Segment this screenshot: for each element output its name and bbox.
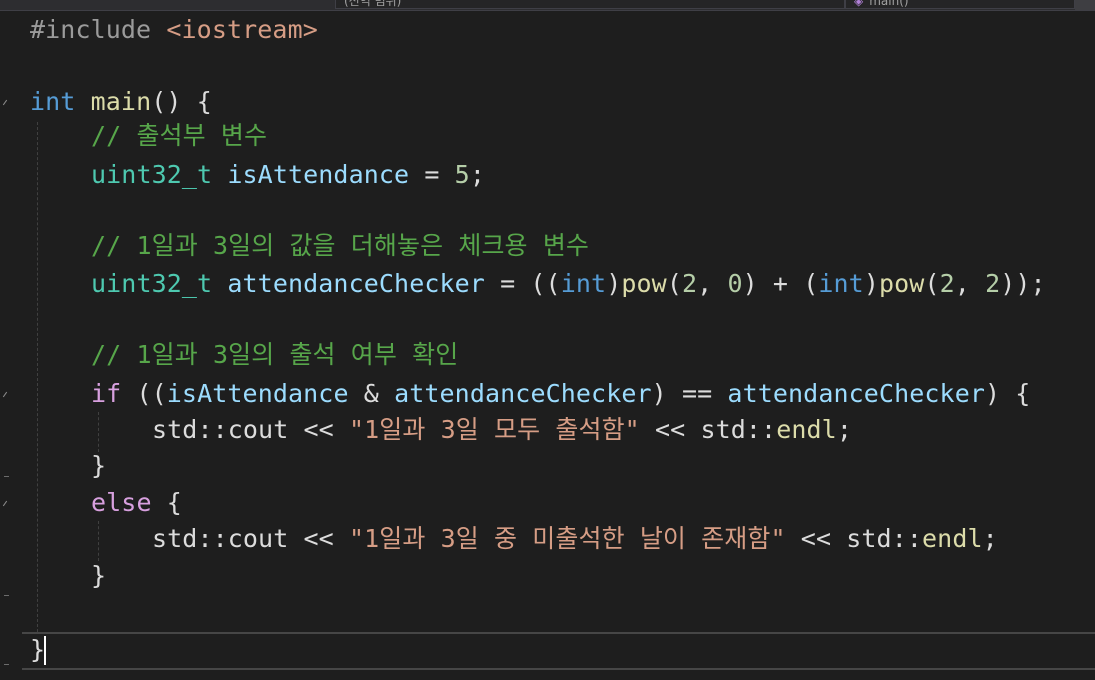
type-name: uint32_t xyxy=(91,269,213,298)
code-line-12[interactable]: std::cout << "1일과 3일 모두 출석함" << std::end… xyxy=(152,412,852,448)
code-line-11[interactable]: if ((isAttendance & attendanceChecker) =… xyxy=(91,376,1030,412)
closing-brace: } xyxy=(30,635,46,664)
operator: = xyxy=(409,160,455,189)
string-literal: "1일과 3일 모두 출석함" xyxy=(348,415,640,444)
punctuation: () { xyxy=(151,87,212,116)
stream-expression: std::cout << xyxy=(152,524,349,553)
outline-marker xyxy=(4,476,9,477)
indent-guide xyxy=(98,521,99,561)
punctuation: )); xyxy=(1000,269,1046,298)
number-literal: 2 xyxy=(985,269,1001,298)
keyword: int xyxy=(560,269,607,298)
function-name: endl xyxy=(776,415,837,444)
code-line-13[interactable]: } xyxy=(91,448,106,484)
punctuation: (( xyxy=(121,379,167,408)
punctuation: ( xyxy=(924,269,940,298)
indent-guide xyxy=(98,412,99,452)
punctuation: ; xyxy=(836,415,852,444)
number-literal: 0 xyxy=(727,269,743,298)
punctuation: ) { xyxy=(985,379,1031,408)
number-literal: 2 xyxy=(681,269,698,298)
code-line-3[interactable]: int main() { xyxy=(30,84,212,120)
operator: << std:: xyxy=(639,415,777,444)
member-dropdown[interactable]: ◈ main() xyxy=(845,0,1075,9)
editor-navigation-bar: (전역 범위) ◈ main() xyxy=(0,0,1095,11)
code-line-5[interactable]: uint32_t isAttendance = 5; xyxy=(91,157,485,193)
punctuation: { xyxy=(151,488,182,517)
code-line-8[interactable]: uint32_t attendanceChecker = ((int)pow(2… xyxy=(91,266,1046,302)
outline-marker xyxy=(4,664,9,665)
operator: & xyxy=(348,379,395,408)
operator: ) + ( xyxy=(742,269,819,298)
code-line-7[interactable]: // 1일과 3일의 값을 더해놓은 체크용 변수 xyxy=(91,228,589,264)
punctuation: ) xyxy=(863,269,879,298)
change-marker xyxy=(2,391,8,398)
punctuation: ) xyxy=(606,269,622,298)
closing-brace: } xyxy=(91,561,107,590)
punctuation: , xyxy=(954,269,986,298)
punctuation: , xyxy=(697,269,728,298)
member-dropdown-label: main() xyxy=(869,0,909,8)
control-keyword: if xyxy=(91,379,122,408)
string-literal: "1일과 3일 중 미출석한 날이 존재함" xyxy=(348,524,786,553)
number-literal: 2 xyxy=(939,269,955,298)
scope-dropdown[interactable]: (전역 범위) xyxy=(335,0,845,9)
keyword: int xyxy=(30,87,76,116)
control-keyword: else xyxy=(91,488,152,517)
text-caret xyxy=(44,636,46,665)
operator: = (( xyxy=(484,269,561,298)
punctuation: ( xyxy=(666,269,682,298)
stream-expression: std::cout << xyxy=(152,415,349,444)
include-header: <iostream> xyxy=(166,15,318,44)
function-name: endl xyxy=(922,524,983,553)
operator: ) == xyxy=(651,379,728,408)
change-marker xyxy=(2,99,8,106)
operator: << std:: xyxy=(785,524,923,553)
punctuation: ; xyxy=(469,160,485,189)
keyword: int xyxy=(818,269,864,298)
current-line-highlight xyxy=(22,632,1095,670)
method-icon: ◈ xyxy=(854,0,864,8)
split-button[interactable] xyxy=(1075,0,1095,10)
function-name: pow xyxy=(878,269,925,298)
type-name: uint32_t xyxy=(91,160,213,189)
code-line-14[interactable]: else { xyxy=(91,485,182,521)
outline-marker xyxy=(4,595,9,596)
editor-gutter xyxy=(0,12,22,680)
indent-guide xyxy=(37,122,38,632)
code-line-4[interactable]: // 출석부 변수 xyxy=(91,118,267,154)
code-line-16[interactable]: } xyxy=(91,558,106,594)
code-line-10[interactable]: // 1일과 3일의 출석 여부 확인 xyxy=(91,337,458,373)
variable: attendanceChecker xyxy=(394,379,652,408)
number-literal: 5 xyxy=(454,160,470,189)
code-line-15[interactable]: std::cout << "1일과 3일 중 미출석한 날이 존재함" << s… xyxy=(152,521,998,557)
code-line-1[interactable]: #include <iostream> xyxy=(30,12,318,48)
function-name: main xyxy=(90,87,152,116)
closing-brace: } xyxy=(91,451,107,480)
variable: attendanceChecker xyxy=(727,379,985,408)
variable: isAttendance xyxy=(166,379,349,408)
comment: // 1일과 3일의 출석 여부 확인 xyxy=(91,340,459,369)
comment: // 출석부 변수 xyxy=(91,121,268,150)
code-line-18[interactable]: } xyxy=(30,632,45,668)
function-name: pow xyxy=(621,269,667,298)
variable: isAttendance xyxy=(227,160,410,189)
variable: attendanceChecker xyxy=(227,269,485,298)
punctuation: ; xyxy=(982,524,998,553)
preprocessor-directive: #include xyxy=(30,15,152,44)
comment: // 1일과 3일의 값을 더해놓은 체크용 변수 xyxy=(91,231,590,260)
change-marker xyxy=(2,500,8,507)
